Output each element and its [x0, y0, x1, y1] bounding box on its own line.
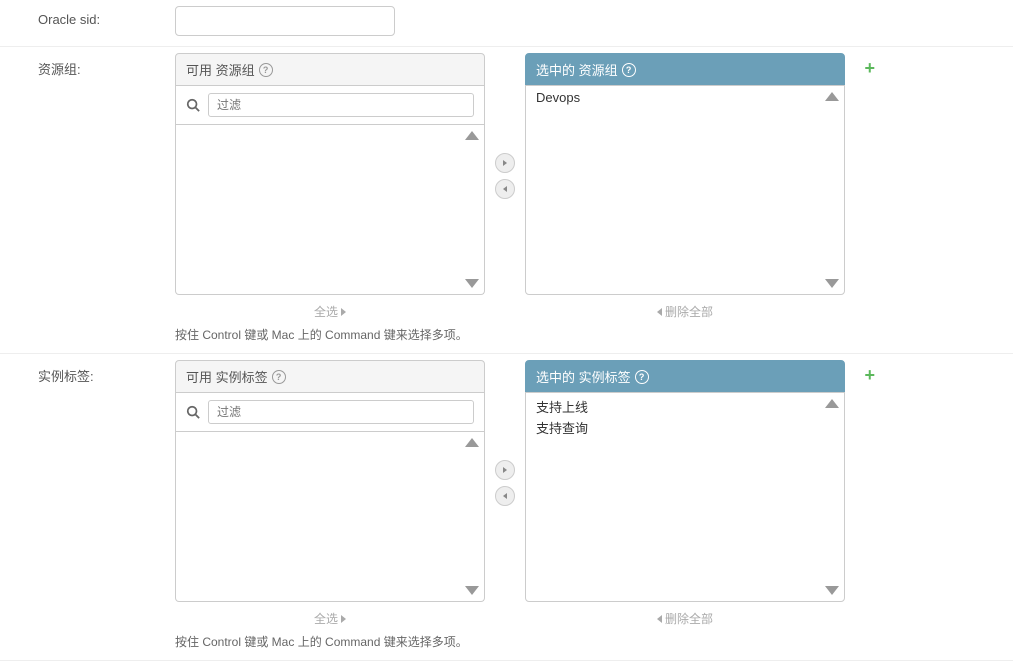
available-column: 可用 资源组 ? 全选	[175, 53, 485, 320]
chevron-right-icon	[503, 467, 507, 473]
scroll-up-icon[interactable]	[825, 399, 839, 408]
transfer-buttons	[485, 460, 525, 506]
available-column: 可用 实例标签 ? 全选	[175, 360, 485, 627]
oracle-sid-label: Oracle sid:	[0, 6, 175, 27]
select-all-text: 全选	[314, 610, 338, 627]
move-left-button[interactable]	[495, 486, 515, 506]
help-icon[interactable]: ?	[635, 370, 649, 384]
resource-group-row: 资源组: 可用 资源组 ?	[0, 47, 1013, 354]
chevron-left-icon	[657, 308, 662, 316]
selected-listbox[interactable]: 支持上线 支持查询	[525, 392, 845, 602]
help-icon[interactable]: ?	[259, 63, 273, 77]
instance-tag-content: 可用 实例标签 ? 全选	[175, 360, 1013, 650]
selected-listbox[interactable]: Devops	[525, 85, 845, 295]
filter-row	[175, 393, 485, 432]
remove-all-text: 删除全部	[665, 610, 713, 627]
chevron-right-icon	[503, 160, 507, 166]
scroll-down-icon[interactable]	[825, 279, 839, 288]
scroll-down-icon[interactable]	[465, 586, 479, 595]
move-right-button[interactable]	[495, 153, 515, 173]
select-all-button[interactable]: 全选	[175, 610, 485, 627]
oracle-sid-input[interactable]	[175, 6, 395, 36]
remove-all-button[interactable]: 删除全部	[525, 610, 845, 627]
transfer-buttons	[485, 153, 525, 199]
oracle-sid-row: Oracle sid:	[0, 0, 1013, 47]
available-listbox[interactable]	[175, 432, 485, 602]
help-icon[interactable]: ?	[622, 63, 636, 77]
help-icon[interactable]: ?	[272, 370, 286, 384]
instance-tag-selector: 可用 实例标签 ? 全选	[175, 360, 1013, 627]
oracle-sid-content	[175, 6, 1013, 36]
selected-column: 选中的 实例标签 ? 支持上线 支持查询 删除全部	[525, 360, 845, 627]
move-right-button[interactable]	[495, 460, 515, 480]
list-item[interactable]: 支持上线	[526, 396, 844, 417]
available-header: 可用 资源组 ?	[175, 53, 485, 86]
scroll-up-icon[interactable]	[825, 92, 839, 101]
available-header-text: 可用 实例标签	[186, 367, 268, 386]
chevron-left-icon	[503, 493, 507, 499]
filter-input[interactable]	[208, 93, 474, 117]
select-all-text: 全选	[314, 303, 338, 320]
remove-all-text: 删除全部	[665, 303, 713, 320]
list-item[interactable]: Devops	[526, 89, 844, 106]
selected-header: 选中的 资源组 ?	[525, 53, 845, 86]
available-header: 可用 实例标签 ?	[175, 360, 485, 393]
chevron-right-icon	[341, 308, 346, 316]
help-text: 按住 Control 键或 Mac 上的 Command 键来选择多项。	[175, 326, 1013, 343]
available-listbox[interactable]	[175, 125, 485, 295]
search-icon	[186, 405, 200, 419]
resource-group-selector: 可用 资源组 ? 全选	[175, 53, 1013, 320]
list-item[interactable]: 支持查询	[526, 417, 844, 438]
filter-row	[175, 86, 485, 125]
add-icon[interactable]: +	[864, 58, 875, 79]
selected-header-text: 选中的 资源组	[536, 60, 618, 79]
move-left-button[interactable]	[495, 179, 515, 199]
scroll-down-icon[interactable]	[465, 279, 479, 288]
scroll-up-icon[interactable]	[465, 438, 479, 447]
chevron-right-icon	[341, 615, 346, 623]
selected-header: 选中的 实例标签 ?	[525, 360, 845, 393]
selected-wrapper: + 选中的 实例标签 ? 支持上线 支持查询 删除全部	[525, 360, 875, 627]
resource-group-label: 资源组:	[0, 53, 175, 78]
selected-column: 选中的 资源组 ? Devops 删除全部	[525, 53, 845, 320]
selected-wrapper: + 选中的 资源组 ? Devops 删除全部	[525, 53, 875, 320]
chevron-left-icon	[503, 186, 507, 192]
select-all-button[interactable]: 全选	[175, 303, 485, 320]
filter-input[interactable]	[208, 400, 474, 424]
help-text: 按住 Control 键或 Mac 上的 Command 键来选择多项。	[175, 633, 1013, 650]
instance-tag-row: 实例标签: 可用 实例标签 ?	[0, 354, 1013, 661]
available-header-text: 可用 资源组	[186, 60, 255, 79]
chevron-left-icon	[657, 615, 662, 623]
selected-header-text: 选中的 实例标签	[536, 367, 631, 386]
search-icon	[186, 98, 200, 112]
scroll-down-icon[interactable]	[825, 586, 839, 595]
add-icon[interactable]: +	[864, 365, 875, 386]
scroll-up-icon[interactable]	[465, 131, 479, 140]
remove-all-button[interactable]: 删除全部	[525, 303, 845, 320]
resource-group-content: 可用 资源组 ? 全选	[175, 53, 1013, 343]
instance-tag-label: 实例标签:	[0, 360, 175, 385]
